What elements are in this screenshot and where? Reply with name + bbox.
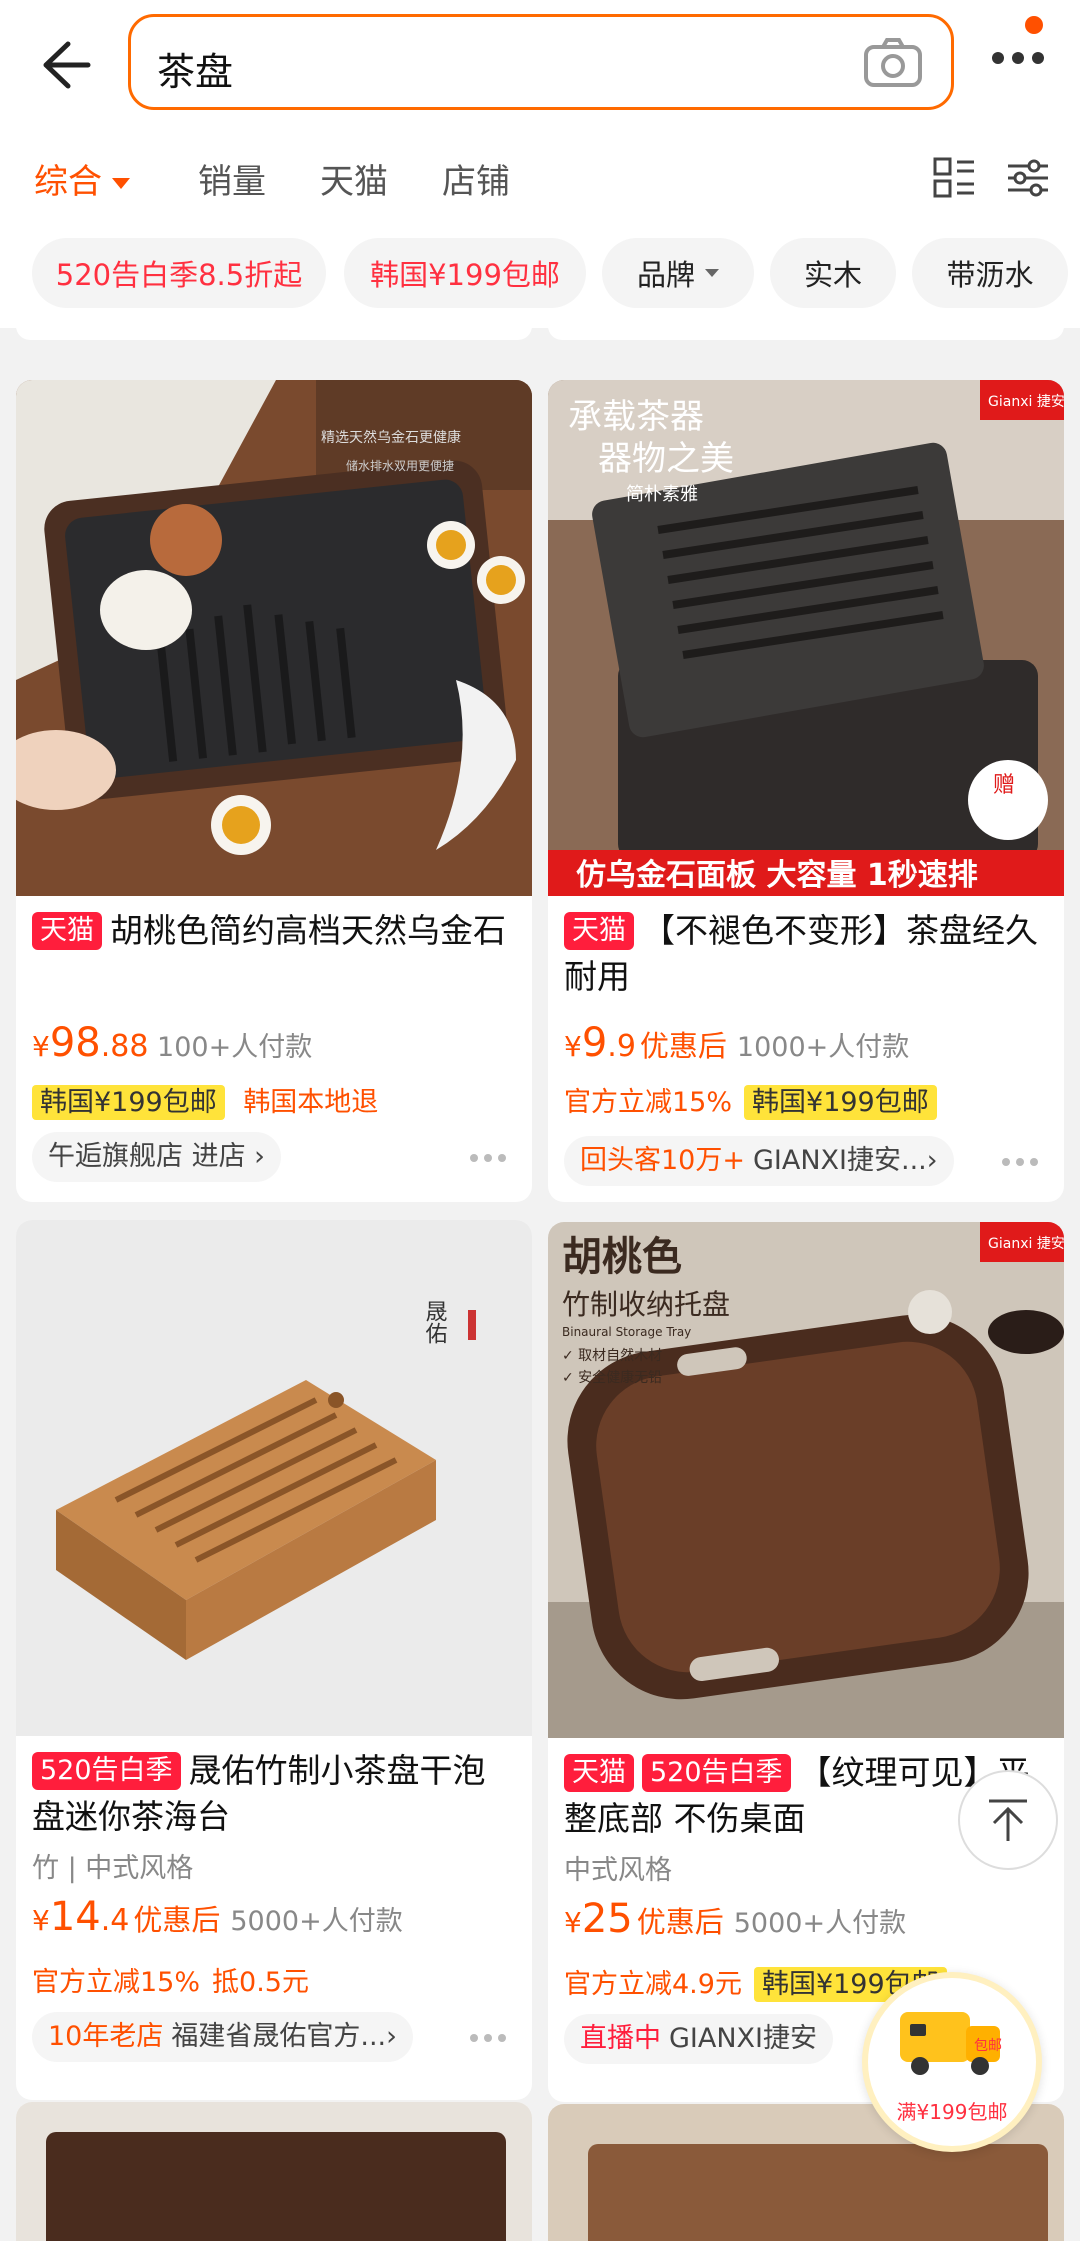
search-query[interactable]: 茶盘 — [157, 41, 233, 96]
discount-tag: 官方立减4.9元 — [564, 1969, 742, 2000]
delivery-truck-icon: 包邮 — [900, 2012, 1002, 2075]
live-tag: 直播中 — [580, 2023, 661, 2054]
back-to-top-button[interactable] — [958, 1770, 1058, 1870]
tmall-badge: 天猫 — [32, 912, 102, 950]
free-shipping-float[interactable]: 包邮 满¥199包邮 — [862, 1972, 1042, 2152]
product-attributes: 竹 | 中式风格 — [32, 1853, 194, 1884]
promo-tags: 韩国¥199包邮 韩国本地退 — [32, 1080, 390, 1120]
product-image[interactable] — [16, 2102, 532, 2241]
notification-dot — [1025, 16, 1043, 34]
brand-logo: Gianxi 捷安玺 — [988, 394, 1064, 410]
product-image[interactable]: 精选天然乌金石更健康 储水排水双用更便捷 — [16, 380, 532, 896]
image-caption: ✓ 安全健康无铅 — [562, 1369, 662, 1386]
discount-tag: 官方立减15% — [32, 1967, 201, 1998]
return-tag: 韩国本地退 — [243, 1087, 379, 1118]
product-attributes: 中式风格 — [564, 1855, 672, 1886]
price: 25 — [581, 1896, 633, 1942]
product-card[interactable]: 晟佑 520告白季 晟佑竹制小茶盘干泡盘迷你茶海台 竹 | 中式风格 ¥14.4 优… — [16, 1220, 532, 2100]
brand-logo: Gianxi 捷安玺 — [988, 1236, 1064, 1252]
back-button[interactable] — [30, 30, 100, 100]
previous-card-bottom — [548, 312, 1064, 340]
promo-tags: 官方立减4.9元 韩国¥199包邮 — [564, 1962, 947, 2002]
image-caption: 器物之美 — [598, 439, 734, 479]
chevron-down-icon — [705, 269, 719, 277]
image-caption: Binaural Storage Tray — [562, 1325, 691, 1339]
product-title[interactable]: 520告白季 晟佑竹制小茶盘干泡盘迷你茶海台 — [32, 1748, 518, 1840]
product-image[interactable]: 晟佑 — [16, 1220, 532, 1736]
price: 98 — [49, 1020, 101, 1066]
price: 9 — [581, 1020, 608, 1066]
price-line: ¥9.9 优惠后 1000+人付款 — [564, 1020, 910, 1066]
shop-age-tag: 10年老店 — [48, 2021, 164, 2052]
more-icon[interactable] — [1000, 1156, 1040, 1168]
shipping-tag: 韩国¥199包邮 — [744, 1085, 937, 1120]
discount-tag: 官方立减15% — [564, 1087, 733, 1118]
price-line: ¥14.4 优惠后 5000+人付款 — [32, 1894, 403, 1940]
product-card[interactable]: 仿乌金石面板 大容量 1秒速排 承载茶器 器物之美 简朴素雅 Gianxi 捷安… — [548, 380, 1064, 1202]
image-caption: 精选天然乌金石更健康 — [321, 429, 461, 446]
product-title[interactable]: 天猫 胡桃色简约高档天然乌金石 — [32, 908, 518, 954]
sales-count: 5000+人付款 — [230, 1906, 403, 1937]
tab-comprehensive[interactable]: 综合 — [34, 154, 130, 203]
shop-link[interactable]: 直播中 GIANXI捷安 — [564, 2014, 834, 2064]
image-caption: 简朴素雅 — [626, 484, 698, 505]
filter-icon[interactable] — [1006, 156, 1050, 200]
product-image[interactable]: 仿乌金石面板 大容量 1秒速排 承载茶器 器物之美 简朴素雅 Gianxi 捷安… — [548, 380, 1064, 896]
free-shipping-badge: 包邮 — [974, 2038, 1002, 2054]
back-arrow-icon — [43, 41, 91, 89]
price-line: ¥98.88 100+人付款 — [32, 1020, 313, 1066]
list-view-icon[interactable] — [932, 156, 976, 200]
product-card[interactable]: 胡桃色 竹制收纳托盘 Binaural Storage Tray ✓ 取材自然木… — [548, 1222, 1064, 2102]
sort-tabs: 综合 销量 天猫 店铺 — [0, 150, 1080, 210]
price: 14 — [49, 1894, 101, 1940]
shop-link[interactable]: 10年老店 福建省晟佑官方...› — [32, 2012, 413, 2062]
promo-tags: 官方立减15% 韩国¥199包邮 — [564, 1080, 937, 1120]
image-caption: 储水排水双用更便捷 — [346, 458, 454, 473]
coupon-tag: 抵0.5元 — [212, 1967, 309, 1998]
tab-sales[interactable]: 销量 — [198, 154, 266, 203]
sales-count: 100+人付款 — [157, 1032, 313, 1063]
image-caption: 竹制收纳托盘 — [562, 1288, 730, 1321]
chip-drain[interactable]: 带沥水 — [912, 238, 1068, 308]
shop-link[interactable]: 午逅旗舰店 进店 › — [32, 1132, 281, 1182]
shop-link[interactable]: 回头客10万+ GIANXI捷安...› — [564, 1136, 954, 1186]
chip-korea-shipping[interactable]: 韩国¥199包邮 — [344, 238, 586, 308]
product-card[interactable]: 精选天然乌金石更健康 储水排水双用更便捷 天猫 胡桃色简约高档天然乌金石 ¥98.… — [16, 380, 532, 1202]
tmall-badge: 天猫 — [564, 912, 634, 950]
tab-tmall[interactable]: 天猫 — [320, 154, 388, 203]
more-icon[interactable] — [468, 1152, 508, 1164]
more-icon[interactable] — [468, 2032, 508, 2044]
price-line: ¥25 优惠后 5000+人付款 — [564, 1896, 907, 1942]
product-image[interactable]: 胡桃色 竹制收纳托盘 Binaural Storage Tray ✓ 取材自然木… — [548, 1222, 1064, 1738]
chip-brand[interactable]: 品牌 — [602, 238, 754, 308]
more-options-icon[interactable] — [990, 48, 1046, 68]
tmall-badge: 天猫 — [564, 1754, 634, 1792]
repeat-buyer-tag: 回头客10万+ — [580, 1145, 745, 1176]
search-box[interactable]: 茶盘 — [128, 14, 954, 110]
tab-shop[interactable]: 店铺 — [442, 154, 510, 203]
chip-solid-wood[interactable]: 实木 — [770, 238, 896, 308]
image-caption: ✓ 取材自然木材 — [562, 1347, 662, 1364]
image-banner: 仿乌金石面板 大容量 1秒速排 — [576, 858, 978, 893]
previous-card-bottom — [16, 312, 532, 340]
product-title[interactable]: 天猫 【不褪色不变形】茶盘经久耐用 — [564, 908, 1050, 1000]
promo-badge: 520告白季 — [32, 1752, 181, 1790]
product-card[interactable] — [16, 2102, 532, 2241]
sales-count: 5000+人付款 — [733, 1908, 907, 1939]
free-shipping-label: 满¥199包邮 — [896, 2100, 1008, 2124]
sales-count: 1000+人付款 — [736, 1032, 910, 1063]
arrow-up-icon — [989, 1799, 1027, 1841]
brand-watermark: 晟佑 — [422, 1300, 448, 1344]
image-caption: 承载茶器 — [568, 397, 704, 437]
gift-label: 赠 — [993, 773, 1015, 798]
top-header: 茶盘 综合 销量 天猫 店铺 — [0, 0, 1080, 228]
shipping-tag: 韩国¥199包邮 — [32, 1085, 225, 1120]
promo-badge: 520告白季 — [642, 1754, 791, 1792]
chip-promo-520[interactable]: 520告白季8.5折起 — [32, 238, 326, 308]
promo-tags: 官方立减15% 抵0.5元 — [32, 1960, 321, 1999]
dropdown-caret-icon — [112, 178, 130, 189]
camera-icon[interactable] — [863, 37, 923, 89]
image-caption: 胡桃色 — [562, 1234, 682, 1280]
